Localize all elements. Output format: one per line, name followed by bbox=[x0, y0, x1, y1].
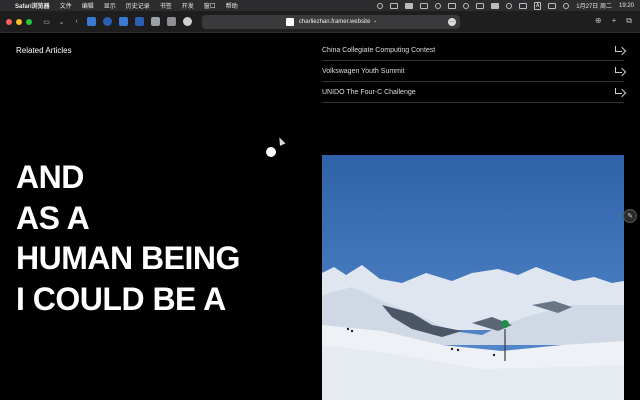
return-arrow-icon[interactable] bbox=[614, 88, 624, 96]
article-title[interactable]: China Collegiate Computing Contest bbox=[322, 47, 435, 54]
headline-line: AS A bbox=[16, 199, 90, 236]
time-label[interactable]: 19:20 bbox=[619, 3, 634, 9]
toolbar-right: ⊕ + ⧉ bbox=[595, 16, 632, 26]
battery-icon[interactable] bbox=[490, 2, 499, 9]
status-audio-icon[interactable] bbox=[462, 2, 469, 9]
control-center-icon[interactable] bbox=[548, 2, 557, 9]
extension-icon-3[interactable] bbox=[119, 17, 128, 26]
status-app-icon[interactable] bbox=[447, 2, 456, 9]
menu-app-name[interactable]: Safari浏览器 bbox=[15, 1, 50, 10]
status-record-icon[interactable] bbox=[376, 2, 383, 9]
browser-toolbar: ▭ ⌄ ‹ charliezhan.framer.website ▪ … ⊕ +… bbox=[0, 11, 640, 33]
url-text[interactable]: charliezhan.framer.website bbox=[299, 19, 370, 25]
extension-icon-5[interactable] bbox=[151, 17, 160, 26]
mouse-pointer-icon bbox=[276, 136, 286, 146]
article-title[interactable]: UNIDO The Four-C Challenge bbox=[322, 89, 416, 96]
headline-line: HUMAN BEING bbox=[16, 240, 240, 276]
menu-file[interactable]: 文件 bbox=[60, 1, 72, 10]
extension-icon-6[interactable] bbox=[167, 17, 176, 26]
status-notes-icon[interactable] bbox=[404, 2, 413, 9]
more-options-icon[interactable]: … bbox=[448, 18, 456, 26]
article-title[interactable]: Volkswagen Youth Summit bbox=[322, 68, 405, 75]
return-arrow-icon[interactable] bbox=[614, 46, 624, 54]
menu-view[interactable]: 显示 bbox=[104, 1, 116, 10]
site-favicon-icon bbox=[285, 18, 294, 26]
back-icon[interactable]: ‹ bbox=[72, 17, 81, 26]
chevron-down-icon[interactable]: ⌄ bbox=[57, 17, 66, 26]
input-method-icon[interactable]: A bbox=[533, 1, 542, 10]
headline-line: AND bbox=[16, 159, 84, 195]
user-avatar-icon[interactable] bbox=[563, 2, 570, 9]
headline-line: I COULD BE A bbox=[16, 280, 226, 317]
bluetooth-icon[interactable] bbox=[475, 2, 484, 9]
wechat-icon[interactable] bbox=[434, 2, 441, 9]
article-link[interactable]: UNIDO The Four-C Challenge bbox=[322, 82, 624, 103]
articles-list: China Collegiate Computing Contest Volks… bbox=[322, 40, 624, 103]
search-icon[interactable] bbox=[518, 2, 527, 9]
menu-develop[interactable]: 开发 bbox=[182, 1, 194, 10]
sidebar-icon[interactable]: ▭ bbox=[42, 17, 51, 26]
close-window-button[interactable] bbox=[6, 18, 12, 25]
tab-overview-icon[interactable]: ⧉ bbox=[626, 16, 632, 26]
hero-headline: AND AS A HUMAN BEING I COULD BE A bbox=[16, 157, 240, 319]
lock-icon: ▪ bbox=[374, 19, 377, 25]
date-label[interactable]: 1月27日 周二 bbox=[576, 1, 612, 10]
menu-bar: Safari浏览器 文件 编辑 显示 历史记录 书签 开发 窗口 帮助 A 1月… bbox=[0, 0, 640, 11]
return-arrow-icon[interactable] bbox=[614, 67, 624, 75]
zoom-window-button[interactable] bbox=[26, 18, 32, 25]
edit-pencil-icon[interactable]: ✎ bbox=[623, 209, 637, 223]
extension-icon-7[interactable] bbox=[183, 17, 192, 26]
address-bar[interactable]: charliezhan.framer.website ▪ … bbox=[202, 15, 460, 29]
related-articles-title: Related Articles bbox=[16, 46, 72, 55]
download-icon[interactable]: ⊕ bbox=[595, 16, 602, 26]
custom-cursor-dot bbox=[266, 147, 276, 157]
menu-window[interactable]: 窗口 bbox=[204, 1, 216, 10]
menu-history[interactable]: 历史记录 bbox=[126, 1, 150, 10]
extension-icon-2[interactable] bbox=[103, 17, 112, 26]
minimize-window-button[interactable] bbox=[16, 18, 22, 25]
extension-icon-1[interactable] bbox=[87, 17, 96, 26]
menu-bookmarks[interactable]: 书签 bbox=[160, 1, 172, 10]
status-screen-icon[interactable] bbox=[389, 2, 398, 9]
menu-help[interactable]: 帮助 bbox=[226, 1, 238, 10]
article-link[interactable]: Volkswagen Youth Summit bbox=[322, 61, 624, 82]
new-tab-icon[interactable]: + bbox=[612, 16, 617, 26]
menu-edit[interactable]: 编辑 bbox=[82, 1, 94, 10]
snow-mountain-photo bbox=[322, 155, 624, 400]
status-area: A 1月27日 周二 19:20 bbox=[376, 1, 634, 10]
wifi-icon[interactable] bbox=[505, 2, 512, 9]
status-cloud-icon[interactable] bbox=[419, 2, 428, 9]
web-page: Related Articles China Collegiate Comput… bbox=[0, 33, 640, 400]
article-link[interactable]: China Collegiate Computing Contest bbox=[322, 40, 624, 61]
extension-icon-4[interactable] bbox=[135, 17, 144, 26]
